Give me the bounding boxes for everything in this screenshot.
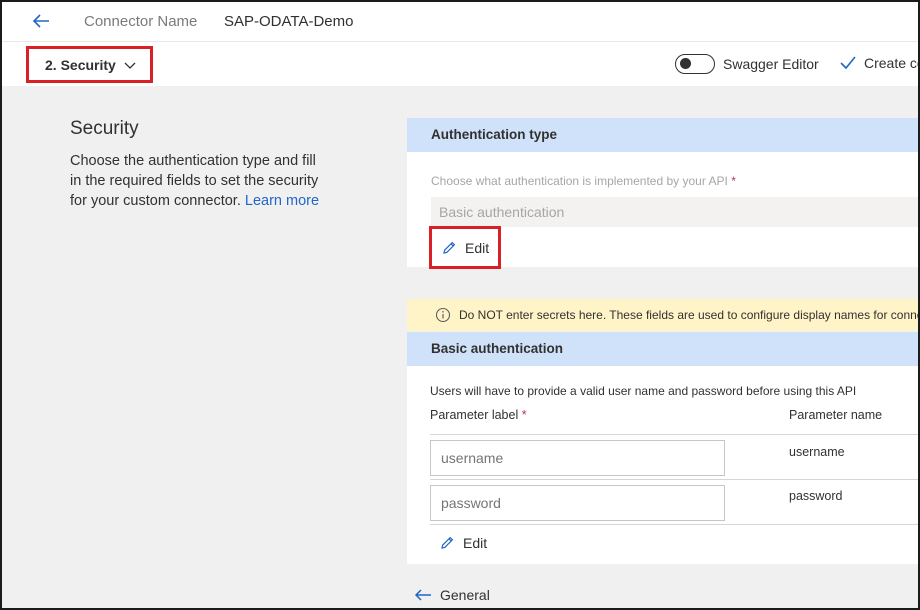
swagger-editor-toggle[interactable]	[675, 54, 715, 74]
auth-type-prompt: Choose what authentication is implemente…	[431, 174, 736, 188]
username-label-input[interactable]	[430, 440, 725, 476]
back-arrow-icon[interactable]	[30, 10, 52, 32]
pencil-icon	[443, 241, 456, 254]
section-title: Security	[70, 118, 139, 139]
general-back-link[interactable]: General	[414, 587, 490, 603]
step-dropdown-label: 2. Security	[45, 56, 116, 73]
parameter-label-heading: Parameter label *	[430, 408, 527, 422]
create-connector-label: Create connector	[864, 55, 918, 71]
auth-type-panel: Choose what authentication is implemente…	[407, 152, 918, 269]
auth-type-select[interactable]: Basic authentication	[431, 197, 918, 227]
password-parameter-name: password	[789, 489, 843, 503]
basic-auth-edit-button[interactable]: Edit	[439, 535, 487, 551]
auth-type-edit-label: Edit	[465, 239, 490, 256]
auth-type-edit-button[interactable]: Edit	[429, 226, 501, 269]
arrow-left-icon	[414, 589, 431, 601]
section-description: Choose the authentication type and fill …	[70, 151, 320, 211]
auth-type-header: Authentication type	[407, 118, 918, 152]
required-mark: *	[731, 174, 736, 188]
app-window: Connector Name SAP-ODATA-Demo 2. Securit…	[0, 0, 920, 610]
info-icon	[435, 307, 451, 323]
row-divider	[430, 524, 918, 525]
chevron-down-icon	[124, 62, 136, 69]
secrets-warning-text: Do NOT enter secrets here. These fields …	[459, 308, 918, 322]
parameter-label-heading-text: Parameter label	[430, 408, 519, 422]
step-toolbar: 2. Security Swagger Editor Create connec…	[2, 42, 918, 86]
connector-name-label: Connector Name	[84, 13, 198, 30]
row-divider	[430, 479, 918, 480]
row-divider	[430, 434, 918, 435]
connector-name-value[interactable]: SAP-ODATA-Demo	[224, 13, 353, 30]
password-label-input[interactable]	[430, 485, 725, 521]
basic-auth-header: Basic authentication	[407, 332, 918, 366]
step-dropdown[interactable]: 2. Security	[26, 46, 153, 83]
parameter-name-heading: Parameter name	[789, 408, 883, 422]
general-back-label: General	[440, 587, 490, 603]
learn-more-link[interactable]: Learn more	[245, 193, 319, 209]
toggle-knob	[680, 58, 691, 69]
username-parameter-name: username	[789, 445, 845, 459]
top-header: Connector Name SAP-ODATA-Demo	[2, 2, 918, 42]
secrets-warning: Do NOT enter secrets here. These fields …	[407, 299, 918, 331]
required-mark: *	[521, 408, 527, 422]
basic-auth-description: Users will have to provide a valid user …	[430, 384, 857, 398]
create-connector-button[interactable]: Create connector	[840, 55, 918, 71]
pencil-icon	[441, 536, 454, 549]
checkmark-icon	[840, 56, 856, 70]
basic-auth-panel: Users will have to provide a valid user …	[407, 366, 918, 564]
swagger-editor-label: Swagger Editor	[723, 56, 819, 72]
basic-auth-edit-label: Edit	[463, 535, 488, 551]
auth-type-prompt-text: Choose what authentication is implemente…	[431, 174, 728, 188]
